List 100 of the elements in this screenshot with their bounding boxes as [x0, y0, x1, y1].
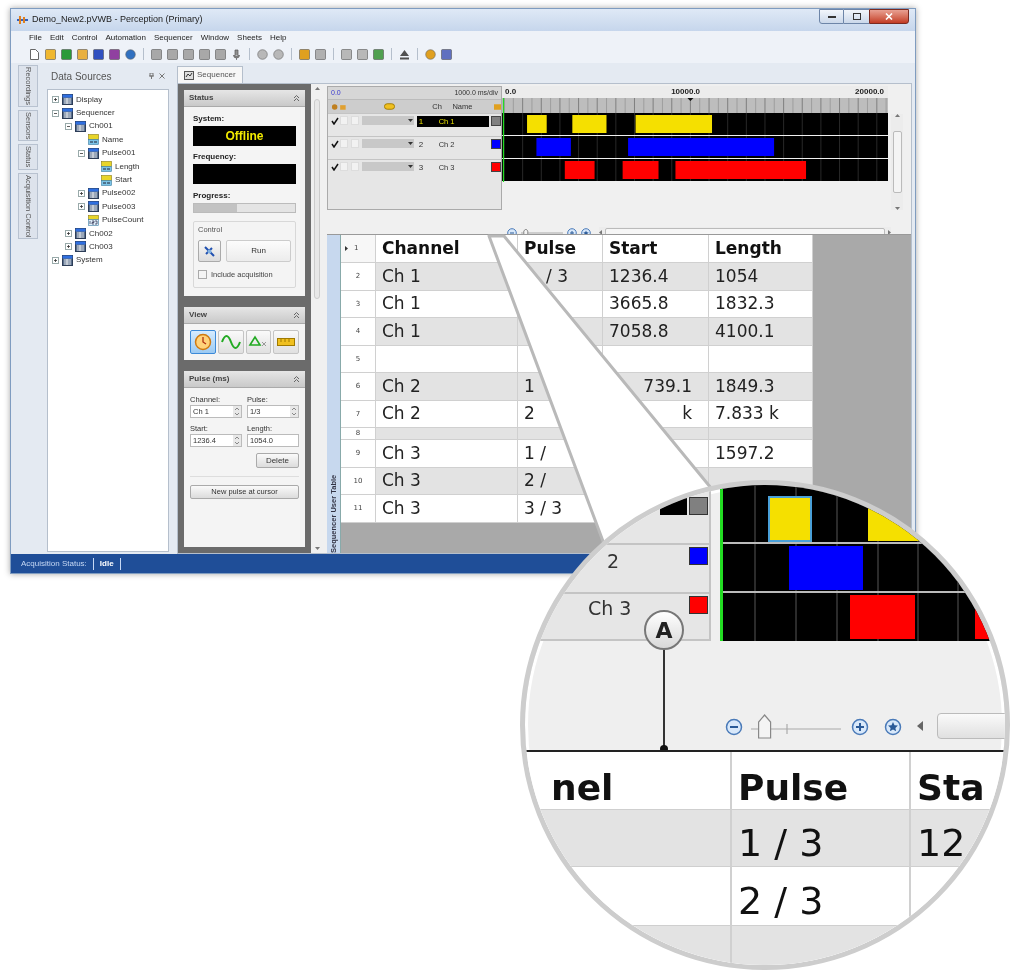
expand-icon[interactable]	[78, 203, 85, 211]
field-icon	[88, 134, 99, 146]
system-display: Offline	[193, 126, 296, 146]
maximize-icon	[852, 13, 861, 20]
scroll-up-icon[interactable]	[314, 87, 320, 90]
toggle-box[interactable]	[340, 116, 348, 125]
column-header[interactable]: Start	[603, 235, 709, 262]
spinner-arrows-icon[interactable]	[290, 405, 298, 417]
document-tab[interactable]: Sequencer	[177, 66, 243, 83]
tree-item[interactable]: Name	[102, 133, 124, 146]
collapse-chevrons-icon[interactable]	[293, 310, 300, 319]
expand-icon[interactable]	[65, 230, 72, 238]
tree-item[interactable]: Display	[76, 93, 103, 106]
tree-item[interactable]: Ch003	[89, 241, 113, 253]
menu-item[interactable]: Window	[200, 32, 230, 44]
spinner-arrows-icon[interactable]	[233, 435, 241, 446]
tree-item[interactable]: Pulse002	[102, 187, 136, 200]
scroll-right-icon[interactable]	[888, 230, 891, 235]
vertical-scrollbar[interactable]	[311, 84, 323, 553]
close-button[interactable]	[869, 9, 909, 24]
table-cell-text: 1597.2	[715, 441, 775, 465]
table-cell-text: 1236.4	[609, 264, 669, 288]
view-button[interactable]	[245, 329, 272, 354]
tree-item[interactable]: Pulse003	[102, 200, 136, 213]
delete-button[interactable]: Delete	[255, 453, 299, 468]
expand-icon[interactable]	[52, 256, 59, 264]
expand-icon[interactable]	[78, 189, 85, 197]
scroll-down-icon[interactable]	[894, 207, 900, 210]
menu-item[interactable]: Sheets	[237, 32, 262, 44]
table-cell-text: 2 /	[524, 469, 546, 492]
color-swatch[interactable]	[490, 116, 501, 126]
collapse-icon[interactable]	[52, 109, 59, 117]
toggle-box[interactable]	[340, 139, 348, 148]
table-cell-text: 2 / 3	[738, 878, 824, 925]
menu-item[interactable]: Edit	[49, 32, 64, 44]
color-swatch[interactable]	[490, 162, 501, 172]
pin-icon[interactable]	[149, 73, 154, 79]
tree-item[interactable]: Ch001	[89, 120, 113, 133]
collapse-icon[interactable]	[65, 122, 72, 130]
color-swatch[interactable]	[490, 139, 501, 149]
menu-item[interactable]: Sequencer	[153, 32, 193, 44]
menu-item[interactable]: Help	[270, 32, 287, 44]
panel-title: Status	[189, 92, 214, 104]
scroll-down-icon[interactable]	[314, 547, 320, 550]
ruler-icon	[277, 336, 296, 347]
spinner-arrows-icon[interactable]	[233, 405, 241, 417]
tree-item[interactable]: Pulse001	[102, 147, 136, 160]
table-cell-text: 4100.1	[715, 319, 775, 343]
checkbox[interactable]	[198, 270, 207, 280]
collapse-chevrons-icon[interactable]	[293, 374, 300, 383]
tree-item[interactable]: System	[76, 254, 103, 267]
tree-item[interactable]: Start	[115, 174, 132, 187]
menu-item[interactable]: File	[29, 32, 42, 44]
run-button[interactable]: Run	[226, 240, 291, 263]
table-cell-text: Ch 2	[382, 374, 421, 398]
scroll-left-icon[interactable]	[599, 230, 602, 235]
new-page-icon[interactable]	[29, 48, 40, 60]
panel-header[interactable]: Pulse (ms)	[184, 370, 305, 388]
table-cell-text: 1849.3	[715, 374, 775, 398]
menu-item[interactable]: Automation	[105, 32, 146, 44]
table-cell-text: Ch 1	[382, 292, 421, 315]
tree-item[interactable]: Sequencer	[76, 107, 115, 120]
close-icon[interactable]	[159, 73, 165, 79]
column-header[interactable]: Length	[709, 235, 813, 262]
vertical-scrollbar[interactable]	[891, 114, 903, 210]
eject-icon[interactable]	[399, 48, 410, 60]
table-cell-text: 2	[524, 402, 535, 425]
table-cell-text: 3 / 3	[524, 496, 563, 520]
panel-header[interactable]: View	[184, 306, 305, 324]
caret-icon	[407, 142, 413, 145]
scroll-thumb[interactable]	[892, 131, 902, 193]
table-cell-text: 12	[917, 820, 966, 867]
track-number: 2	[417, 139, 425, 150]
table-cell-text: Ch 1	[382, 319, 421, 343]
scroll-up-icon[interactable]	[894, 114, 900, 117]
view-button[interactable]	[217, 329, 244, 354]
maximize-button[interactable]	[844, 9, 869, 24]
panel-header[interactable]: Status	[184, 90, 305, 107]
collapse-icon[interactable]	[78, 149, 85, 157]
tree-item[interactable]: PulseCount	[102, 214, 144, 227]
scroll-thumb[interactable]	[314, 98, 320, 299]
run-icon-button[interactable]	[198, 240, 221, 263]
view-button[interactable]	[190, 329, 216, 354]
minimize-button[interactable]	[819, 9, 844, 24]
expand-icon[interactable]	[65, 243, 72, 251]
close-icon	[885, 13, 893, 20]
tree-item[interactable]: Ch002	[89, 227, 113, 240]
app-icon	[17, 15, 28, 25]
tree-item[interactable]: Length	[115, 160, 140, 173]
panel-title: Data Sources	[51, 69, 112, 84]
microphone-icon[interactable]	[231, 48, 242, 60]
menu-item[interactable]: Control	[71, 32, 98, 44]
toggle-box[interactable]	[340, 162, 348, 171]
sequencer-icon	[184, 70, 194, 80]
expand-icon[interactable]	[52, 96, 59, 104]
table-cell-text: 1 /	[524, 441, 546, 465]
collapse-chevrons-icon[interactable]	[293, 94, 300, 102]
table-icon	[88, 201, 99, 213]
clock-icon	[193, 332, 212, 351]
view-button[interactable]	[273, 329, 299, 354]
